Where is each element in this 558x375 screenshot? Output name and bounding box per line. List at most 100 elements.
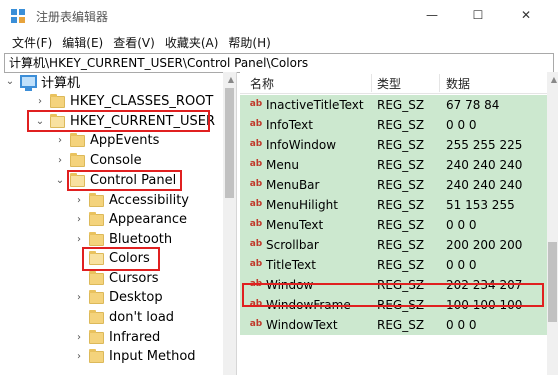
tree-node-label: Infrared xyxy=(109,330,161,345)
list-scrollbar[interactable]: ▲ xyxy=(547,72,558,375)
expand-arrow-icon[interactable]: › xyxy=(34,96,46,107)
value-name: Menu xyxy=(266,158,299,172)
column-header-name[interactable]: 名称 xyxy=(250,75,274,92)
tree-node-label: Appearance xyxy=(109,212,188,227)
folder-icon xyxy=(89,309,104,324)
expand-arrow-icon[interactable]: › xyxy=(73,195,85,206)
table-row[interactable]: ab MenuHilight REG_SZ 51 153 255 xyxy=(240,195,547,215)
value-name: WindowText xyxy=(266,318,338,332)
menu-view[interactable]: 查看(V) xyxy=(113,34,155,51)
string-value-icon: ab xyxy=(249,159,263,169)
tree-node-console[interactable]: › Console xyxy=(54,151,142,170)
folder-icon xyxy=(89,211,104,226)
tree-node-computer[interactable]: ⌄ 计算机 xyxy=(4,72,80,91)
table-row[interactable]: ab InactiveTitleText REG_SZ 67 78 84 xyxy=(240,95,547,115)
value-type: REG_SZ xyxy=(377,218,425,232)
tree-node-infrared[interactable]: › Infrared xyxy=(73,328,160,347)
expand-arrow-icon[interactable]: › xyxy=(54,135,66,146)
tree-node-label: Desktop xyxy=(109,290,163,305)
value-data: 200 200 200 xyxy=(446,238,523,252)
tree-node-label: don't load xyxy=(109,310,175,325)
value-name: MenuHilight xyxy=(266,198,338,212)
scroll-up-icon[interactable]: ▲ xyxy=(228,75,234,84)
value-type: REG_SZ xyxy=(377,238,425,252)
maximize-button[interactable]: ☐ xyxy=(455,0,501,30)
value-name: InfoWindow xyxy=(266,138,337,152)
column-header-data[interactable]: 数据 xyxy=(446,75,470,92)
expand-arrow-icon[interactable]: › xyxy=(73,332,85,343)
minimize-button[interactable]: — xyxy=(409,0,455,30)
table-row[interactable]: ab MenuText REG_SZ 0 0 0 xyxy=(240,215,547,235)
menu-edit[interactable]: 编辑(E) xyxy=(62,34,103,51)
collapse-arrow-icon[interactable]: ⌄ xyxy=(4,76,16,87)
highlight-hkcu xyxy=(27,110,210,132)
value-type: REG_SZ xyxy=(377,158,425,172)
string-value-icon: ab xyxy=(249,239,263,249)
menu-file[interactable]: 文件(F) xyxy=(12,34,52,51)
collapse-arrow-icon[interactable]: ⌄ xyxy=(54,175,66,186)
folder-icon xyxy=(70,152,85,167)
folder-icon xyxy=(89,192,104,207)
column-header-type[interactable]: 类型 xyxy=(377,75,401,92)
tree-node-hkcr[interactable]: › HKEY_CLASSES_ROOT xyxy=(34,92,213,111)
expand-arrow-icon[interactable]: › xyxy=(73,234,85,245)
tree-node-dont-load[interactable]: don't load xyxy=(73,308,174,327)
tree-node-appearance[interactable]: › Appearance xyxy=(73,210,187,229)
value-type: REG_SZ xyxy=(377,138,425,152)
menu-help[interactable]: 帮助(H) xyxy=(228,34,270,51)
folder-icon xyxy=(89,348,104,363)
tree-node-desktop[interactable]: › Desktop xyxy=(73,288,163,307)
menu-favorites[interactable]: 收藏夹(A) xyxy=(165,34,219,51)
value-name: MenuText xyxy=(266,218,324,232)
folder-icon xyxy=(89,231,104,246)
close-button[interactable]: ✕ xyxy=(503,0,549,30)
table-row[interactable]: ab MenuBar REG_SZ 240 240 240 xyxy=(240,175,547,195)
value-data: 67 78 84 xyxy=(446,98,500,112)
expand-arrow-icon[interactable]: › xyxy=(73,292,85,303)
table-row[interactable]: ab InfoText REG_SZ 0 0 0 xyxy=(240,115,547,135)
tree-scrollbar-thumb[interactable] xyxy=(225,88,234,198)
value-type: REG_SZ xyxy=(377,198,425,212)
close-icon: ✕ xyxy=(520,8,532,22)
tree-node-input-method[interactable]: › Input Method xyxy=(73,347,196,366)
column-divider[interactable] xyxy=(439,74,440,92)
highlight-window-row xyxy=(242,283,544,307)
tree-node-accessibility[interactable]: › Accessibility xyxy=(73,191,189,210)
list-scrollbar-thumb[interactable] xyxy=(548,242,557,322)
table-row[interactable]: ab TitleText REG_SZ 0 0 0 xyxy=(240,255,547,275)
string-value-icon: ab xyxy=(249,119,263,129)
tree-node-cursors[interactable]: Cursors xyxy=(73,269,159,288)
title-bar: 注册表编辑器 — ☐ ✕ xyxy=(0,0,558,31)
table-row[interactable]: ab WindowText REG_SZ 0 0 0 xyxy=(240,315,547,335)
highlight-control-panel xyxy=(67,170,182,191)
expand-arrow-icon[interactable]: › xyxy=(73,351,85,362)
folder-icon xyxy=(89,329,104,344)
computer-icon xyxy=(20,75,37,91)
scroll-up-icon[interactable]: ▲ xyxy=(551,75,557,84)
tree-node-label: AppEvents xyxy=(90,133,160,148)
string-value-icon: ab xyxy=(249,99,263,109)
tree-node-label: Bluetooth xyxy=(109,232,173,247)
expand-arrow-icon[interactable]: › xyxy=(54,155,66,166)
column-divider[interactable] xyxy=(371,74,372,92)
expand-arrow-icon[interactable]: › xyxy=(73,214,85,225)
registry-tree: ⌄ 计算机 › HKEY_CLASSES_ROOT ⌄ HKEY_CURRENT… xyxy=(0,72,237,375)
table-row[interactable]: ab Scrollbar REG_SZ 200 200 200 xyxy=(240,235,547,255)
address-bar[interactable]: 计算机\HKEY_CURRENT_USER\Control Panel\Colo… xyxy=(4,53,554,73)
highlight-colors xyxy=(82,247,160,271)
value-type: REG_SZ xyxy=(377,118,425,132)
tree-node-label: HKEY_CLASSES_ROOT xyxy=(70,94,214,109)
table-row[interactable]: ab Menu REG_SZ 240 240 240 xyxy=(240,155,547,175)
maximize-icon: ☐ xyxy=(472,8,484,22)
value-type: REG_SZ xyxy=(377,178,425,192)
tree-node-label: Accessibility xyxy=(109,193,189,208)
value-type: REG_SZ xyxy=(377,258,425,272)
string-value-icon: ab xyxy=(249,259,263,269)
tree-node-appevents[interactable]: › AppEvents xyxy=(54,131,159,150)
table-row[interactable]: ab InfoWindow REG_SZ 255 255 225 xyxy=(240,135,547,155)
value-data: 240 240 240 xyxy=(446,158,523,172)
string-value-icon: ab xyxy=(249,199,263,209)
folder-icon xyxy=(89,270,104,285)
string-value-icon: ab xyxy=(249,219,263,229)
tree-scrollbar[interactable]: ▲ xyxy=(223,72,236,375)
